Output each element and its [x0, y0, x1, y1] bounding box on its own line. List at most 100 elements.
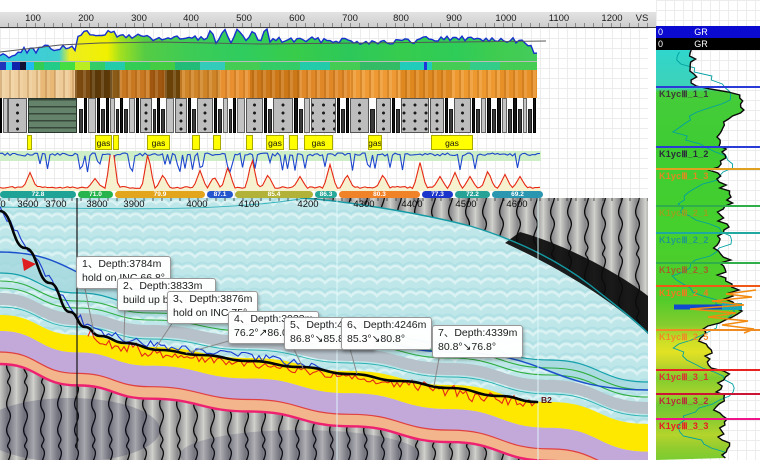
- lithology-block: [533, 98, 536, 133]
- cross-section[interactable]: 0360037003800390040004100420043004400450…: [0, 198, 648, 460]
- lithology-block: [481, 98, 486, 133]
- vs-ruler-label: 300: [131, 13, 147, 24]
- lithology-block: [299, 109, 303, 134]
- interval-value-chip: 85.4: [235, 191, 313, 198]
- target-point-label: B2: [541, 395, 552, 405]
- formation-boundary-line[interactable]: [656, 232, 760, 234]
- lithology-block: [497, 98, 501, 133]
- lithology-block: [528, 109, 532, 134]
- lithology-block: [341, 109, 345, 134]
- lithology-block: [273, 98, 293, 133]
- md-ruler-label: 3900: [123, 199, 144, 210]
- lithology-block: [116, 109, 119, 134]
- formation-label: K1ycⅢ_3_1: [659, 372, 709, 383]
- md-ruler-label: 3700: [45, 199, 66, 210]
- lithology-block: [192, 109, 196, 134]
- lithology-block: [28, 98, 77, 133]
- formation-boundary-line[interactable]: [656, 285, 760, 287]
- vs-ruler[interactable]: 100200300400500600700800900100011001200V…: [0, 12, 656, 28]
- lithology-block: [153, 109, 156, 134]
- md-ruler-label: 4000: [186, 199, 207, 210]
- lithology-block: [449, 109, 453, 134]
- log-track-zone[interactable]: gasgasgasgasgasgas 72.871.079.987.185.48…: [0, 28, 648, 198]
- vs-ruler-label: 1100: [549, 13, 569, 24]
- lithology-track[interactable]: [0, 98, 537, 133]
- formation-boundary-line[interactable]: [656, 393, 760, 395]
- annotation-depth-text: 7、Depth:4339m: [438, 327, 517, 341]
- lithology-block: [401, 98, 429, 133]
- lithology-block: [106, 98, 109, 133]
- formation-label: K1ycⅢ_2_4: [659, 288, 709, 299]
- gr-header-black: 0 GR: [656, 38, 760, 50]
- formation-label: K1ycⅢ_3_2: [659, 396, 709, 407]
- lithology-block: [487, 98, 491, 133]
- lithology-block: [513, 98, 517, 133]
- lithology-block: [157, 98, 160, 133]
- red-log-curve[interactable]: [0, 155, 548, 192]
- formation-boundary-line[interactable]: [656, 418, 760, 420]
- formation-label: K1ycⅢ_3_3: [659, 421, 709, 432]
- formation-label: K1ycⅢ_1_3: [659, 171, 709, 182]
- lithology-block: [346, 98, 349, 133]
- interval-value-chip: 80.3: [339, 191, 420, 198]
- lithology-block: [445, 98, 448, 133]
- image-log-track[interactable]: [0, 70, 537, 98]
- vs-ruler-label: 100: [25, 13, 41, 24]
- formation-boundary-line[interactable]: [656, 86, 760, 88]
- curve-name: GR: [656, 26, 746, 38]
- lithology-block: [508, 109, 512, 134]
- lithology-block: [129, 98, 135, 133]
- md-ruler-label: 4300: [353, 199, 374, 210]
- vs-ruler-label: 600: [289, 13, 305, 24]
- lithology-block: [136, 98, 139, 133]
- formation-label: K1ycⅢ_1_2: [659, 149, 709, 160]
- lithology-block: [88, 98, 96, 133]
- formation-boundary-line[interactable]: [656, 369, 760, 371]
- gr-reference-panel[interactable]: 0 GR 0 GR K1ycⅢ_1_1K1ycⅢ_1_2K1ycⅢ_1_3K1y…: [656, 0, 760, 460]
- md-ruler-label: 4500: [455, 199, 476, 210]
- lithology-block: [175, 98, 187, 133]
- md-ruler-label: 4200: [297, 199, 318, 210]
- formation-boundary-line[interactable]: [656, 168, 760, 170]
- curve-name: GR: [656, 38, 746, 50]
- interval-value-chip: 87.1: [207, 191, 233, 198]
- lithology-block: [294, 98, 298, 133]
- formation-label: K1ycⅢ_1_1: [659, 89, 709, 100]
- interval-value-chip: 72.2: [455, 191, 490, 198]
- lithology-block: [97, 98, 100, 133]
- interval-value-chip: 77.3: [422, 191, 453, 198]
- formation-boundary-line[interactable]: [656, 146, 760, 148]
- vs-ruler-label: 1200: [601, 13, 622, 24]
- lithology-block: [188, 98, 191, 133]
- lithology-block: [0, 98, 2, 133]
- lithology-block: [84, 98, 87, 133]
- interval-value-chip: 71.0: [78, 191, 113, 198]
- lithology-block: [214, 98, 217, 133]
- annotation-detail-text: 80.8°↘76.8°: [438, 341, 517, 355]
- vs-ruler-label: 700: [342, 13, 358, 24]
- lithology-block: [392, 98, 395, 133]
- interval-value-chip: 69.2: [492, 191, 543, 198]
- md-ruler-label: 0: [0, 199, 5, 210]
- annotation-detail-text: 85.3°↘80.8°: [347, 333, 426, 347]
- interval-value-chip: 79.9: [115, 191, 205, 198]
- lithology-block: [518, 109, 522, 134]
- formation-boundary-line[interactable]: [656, 262, 760, 264]
- lithology-block: [430, 98, 444, 133]
- interval-value-chip: 72.8: [0, 191, 76, 198]
- depth-annotation[interactable]: 6、Depth:4246m85.3°↘80.8°: [341, 317, 432, 350]
- md-ruler-label: 4600: [506, 199, 527, 210]
- lithology-block: [492, 109, 496, 134]
- formation-boundary-line[interactable]: [656, 329, 760, 331]
- lithology-block: [223, 98, 228, 133]
- depth-annotation[interactable]: 7、Depth:4339m80.8°↘76.8°: [432, 325, 523, 358]
- vs-ruler-label: 500: [236, 13, 252, 24]
- gr-curve-track[interactable]: [0, 28, 548, 61]
- formation-boundary-line[interactable]: [656, 205, 760, 207]
- lithology-block: [264, 98, 267, 133]
- lithology-block: [350, 98, 369, 133]
- lithology-block: [110, 98, 115, 133]
- formation-label: K1ycⅢ_2_5: [659, 332, 709, 343]
- lithology-block: [197, 98, 213, 133]
- formation-label: K1ycⅢ_2_1: [659, 208, 709, 219]
